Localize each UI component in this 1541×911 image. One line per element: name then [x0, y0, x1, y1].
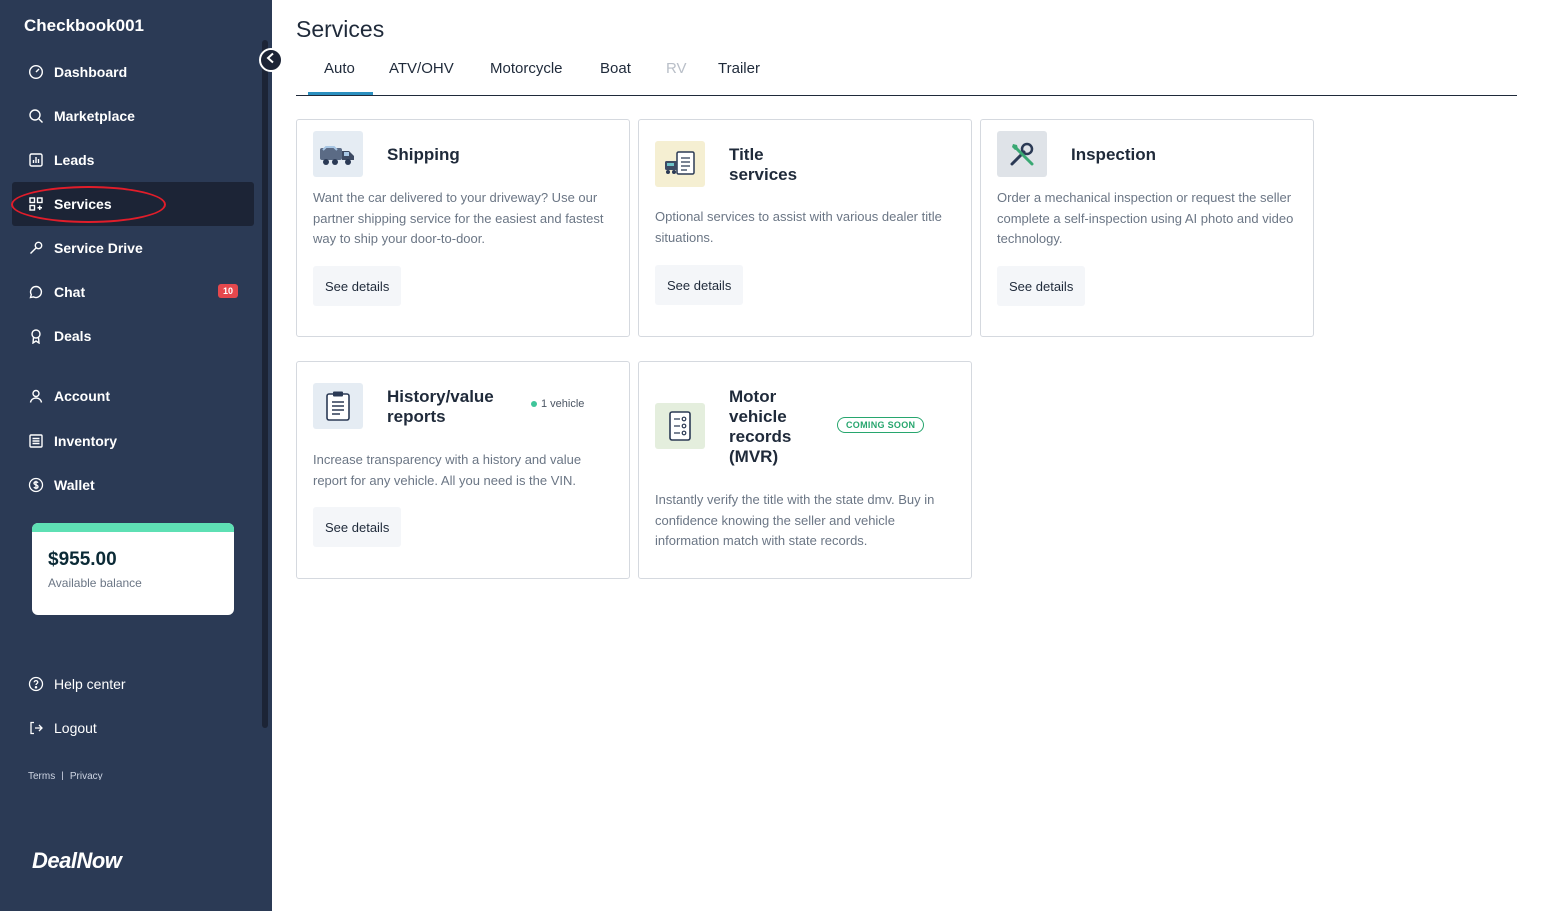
vehicle-count: 1 vehicle [541, 398, 585, 410]
user-icon [28, 388, 44, 404]
unread-badge: 10 [217, 284, 238, 298]
account-name: Checkbook001 [24, 16, 144, 35]
list-icon [28, 433, 44, 449]
sidebar-item-label: Wallet [54, 477, 95, 493]
card-title: Title services [729, 145, 798, 184]
grid-plus-icon [28, 196, 44, 212]
sidebar-item-label: Marketplace [54, 108, 135, 124]
tools-icon [997, 131, 1047, 177]
balance-label: Available balance [48, 576, 142, 590]
sidebar-item-wallet[interactable]: Wallet [12, 463, 254, 507]
balance-accent-bar [32, 523, 234, 532]
page-title: Services [296, 16, 385, 42]
vehicle-count-tag: 1 vehicle [531, 398, 584, 410]
help-icon [28, 676, 44, 692]
logout-icon [28, 720, 44, 736]
card-description: Increase transparency with a history and… [313, 452, 582, 488]
clipboard-icon [313, 383, 363, 429]
card-title: Motor vehicle records (MVR) [729, 387, 792, 466]
sidebar-item-services[interactable]: Services [12, 182, 254, 226]
dealnow-logo: DealNow [32, 848, 122, 873]
vehicle-document-icon [655, 141, 705, 187]
sidebar-item-label: Dashboard [54, 64, 128, 80]
checklist-icon [655, 403, 705, 449]
wrench-icon [28, 240, 44, 256]
sidebar-item-label: Logout [54, 720, 97, 736]
card-description: Optional services to assist with various… [655, 209, 942, 245]
sidebar-item-deals[interactable]: Deals [12, 314, 254, 358]
tab-motorcycle[interactable]: Motorcycle [490, 60, 563, 77]
card-description: Want the car delivered to your driveway?… [313, 190, 604, 246]
tab-boat[interactable]: Boat [600, 60, 631, 77]
sidebar-scrollbar[interactable] [262, 40, 268, 728]
sidebar-item-label: Leads [54, 152, 95, 168]
sidebar-item-dashboard[interactable]: Dashboard [12, 50, 254, 94]
tab-rv: RV [666, 60, 687, 77]
status-dot [531, 401, 537, 407]
sidebar-item-label: Services [54, 196, 112, 212]
card-title: Inspection [1071, 145, 1157, 164]
truck-icon [313, 131, 363, 177]
search-icon [28, 108, 44, 124]
sidebar-item-label: Deals [54, 328, 92, 344]
dashboard-icon [28, 64, 44, 80]
privacy-link[interactable]: Privacy [70, 771, 103, 780]
collapse-sidebar-button[interactable] [259, 48, 283, 72]
sidebar-item-marketplace[interactable]: Marketplace [12, 94, 254, 138]
ribbon-icon [28, 328, 44, 344]
service-card-shipping: Shipping Want the car delivered to your … [296, 119, 630, 337]
chat-icon [28, 284, 44, 300]
terms-link[interactable]: Terms [28, 771, 55, 780]
balance-card: $955.00 Available balance [32, 523, 234, 615]
see-details-button[interactable]: See details [313, 266, 402, 306]
sidebar-item-help-center[interactable]: Help center [12, 662, 254, 706]
chevron-left-icon [265, 51, 277, 69]
card-title: Shipping [387, 145, 460, 164]
service-card-history-reports: History/value reports 1 vehicle Increase… [296, 361, 630, 579]
sidebar-item-chat[interactable]: Chat 10 [12, 270, 254, 314]
sidebar-item-label: Service Drive [54, 240, 143, 256]
legal-separator: | [61, 771, 64, 780]
see-details-button[interactable]: See details [313, 507, 402, 547]
legal-links: Terms | Privacy [28, 771, 109, 780]
sidebar-item-leads[interactable]: Leads [12, 138, 254, 182]
sidebar-item-logout[interactable]: Logout [12, 706, 254, 750]
dollar-icon [28, 477, 44, 493]
see-details-button[interactable]: See details [997, 266, 1086, 306]
service-card-title-services: Title services Optional services to assi… [638, 119, 972, 337]
chart-icon [28, 152, 44, 168]
sidebar-item-label: Account [54, 388, 110, 404]
sidebar-item-account[interactable]: Account [12, 374, 254, 418]
active-tab-indicator [308, 92, 373, 95]
sidebar: Checkbook001 Dashboard Marketplace Leads… [0, 0, 272, 911]
sidebar-item-label: Chat [54, 284, 86, 300]
sidebar-item-service-drive[interactable]: Service Drive [12, 226, 254, 270]
sidebar-item-label: Help center [54, 676, 126, 692]
tab-auto[interactable]: Auto [324, 60, 355, 77]
vehicle-type-tabs: Auto ATV/OHV Motorcycle Boat RV Trailer [296, 56, 1517, 96]
coming-soon-badge: COMING SOON [837, 417, 925, 433]
sidebar-item-label: Inventory [54, 433, 118, 449]
see-details-button[interactable]: See details [655, 265, 744, 305]
tab-atv-ohv[interactable]: ATV/OHV [389, 60, 454, 77]
tab-trailer[interactable]: Trailer [718, 60, 760, 77]
service-card-mvr: Motor vehicle records (MVR) COMING SOON … [638, 361, 972, 579]
balance-amount: $955.00 [48, 549, 117, 570]
service-card-inspection: Inspection Order a mechanical inspection… [980, 119, 1314, 337]
sidebar-item-inventory[interactable]: Inventory [12, 419, 254, 463]
card-title: History/value reports [387, 387, 494, 426]
card-description: Instantly verify the title with the stat… [655, 492, 935, 548]
card-description: Order a mechanical inspection or request… [997, 190, 1294, 246]
